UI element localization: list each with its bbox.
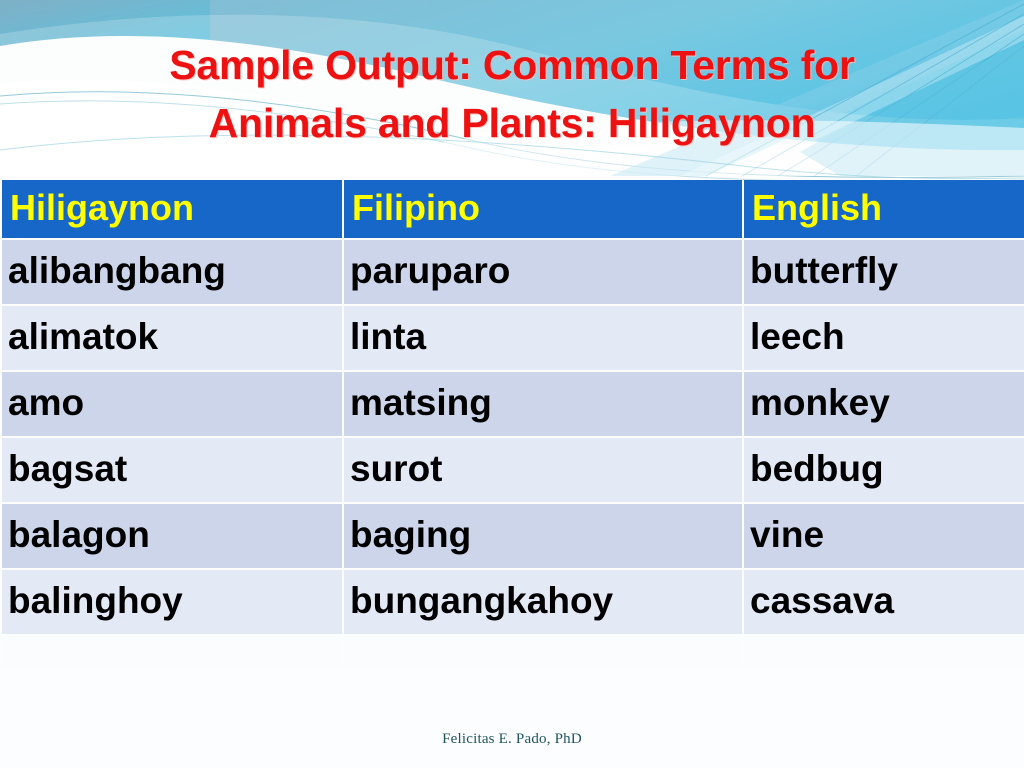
slide-footer: Felicitas E. Pado, PhD — [0, 730, 1024, 748]
cell-english: vine — [744, 504, 1024, 568]
cell-filipino: matsing — [344, 372, 742, 436]
cell-hiligaynon: alimatok — [2, 306, 342, 370]
table-header-row: Hiligaynon Filipino English — [2, 180, 1024, 238]
page-title: Sample Output: Common Terms for Animals … — [0, 36, 1024, 152]
column-header-hiligaynon: Hiligaynon — [2, 180, 342, 238]
cell-english: cassava — [744, 570, 1024, 634]
column-header-filipino: Filipino — [344, 180, 742, 238]
table-row-blank — [2, 636, 1024, 668]
cell-filipino: linta — [344, 306, 742, 370]
cell-english: monkey — [744, 372, 1024, 436]
title-line-1: Sample Output: Common Terms for — [169, 42, 855, 88]
table-row: alibangbang paruparo butterfly — [2, 240, 1024, 304]
cell-hiligaynon: balinghoy — [2, 570, 342, 634]
cell-hiligaynon: alibangbang — [2, 240, 342, 304]
table-row: bagsat surot bedbug — [2, 438, 1024, 502]
cell-hiligaynon-blank — [2, 636, 342, 668]
table-row: balinghoy bungangkahoy cassava — [2, 570, 1024, 634]
cell-filipino: bungangkahoy — [344, 570, 742, 634]
cell-hiligaynon: bagsat — [2, 438, 342, 502]
table-row: balagon baging vine — [2, 504, 1024, 568]
table-row: amo matsing monkey — [2, 372, 1024, 436]
cell-english: butterfly — [744, 240, 1024, 304]
cell-filipino: surot — [344, 438, 742, 502]
author-credit: Felicitas E. Pado, PhD — [442, 731, 582, 747]
cell-filipino: paruparo — [344, 240, 742, 304]
cell-english: bedbug — [744, 438, 1024, 502]
slide-canvas: Sample Output: Common Terms for Animals … — [0, 0, 1024, 768]
cell-english-blank — [744, 636, 1024, 668]
cell-filipino-blank — [344, 636, 742, 668]
cell-hiligaynon: amo — [2, 372, 342, 436]
column-header-english: English — [744, 180, 1024, 238]
table-row: alimatok linta leech — [2, 306, 1024, 370]
cell-hiligaynon: balagon — [2, 504, 342, 568]
title-line-2: Animals and Plants: Hiligaynon — [208, 100, 816, 146]
cell-english: leech — [744, 306, 1024, 370]
terms-table: Hiligaynon Filipino English alibangbang … — [0, 178, 1024, 670]
cell-filipino: baging — [344, 504, 742, 568]
